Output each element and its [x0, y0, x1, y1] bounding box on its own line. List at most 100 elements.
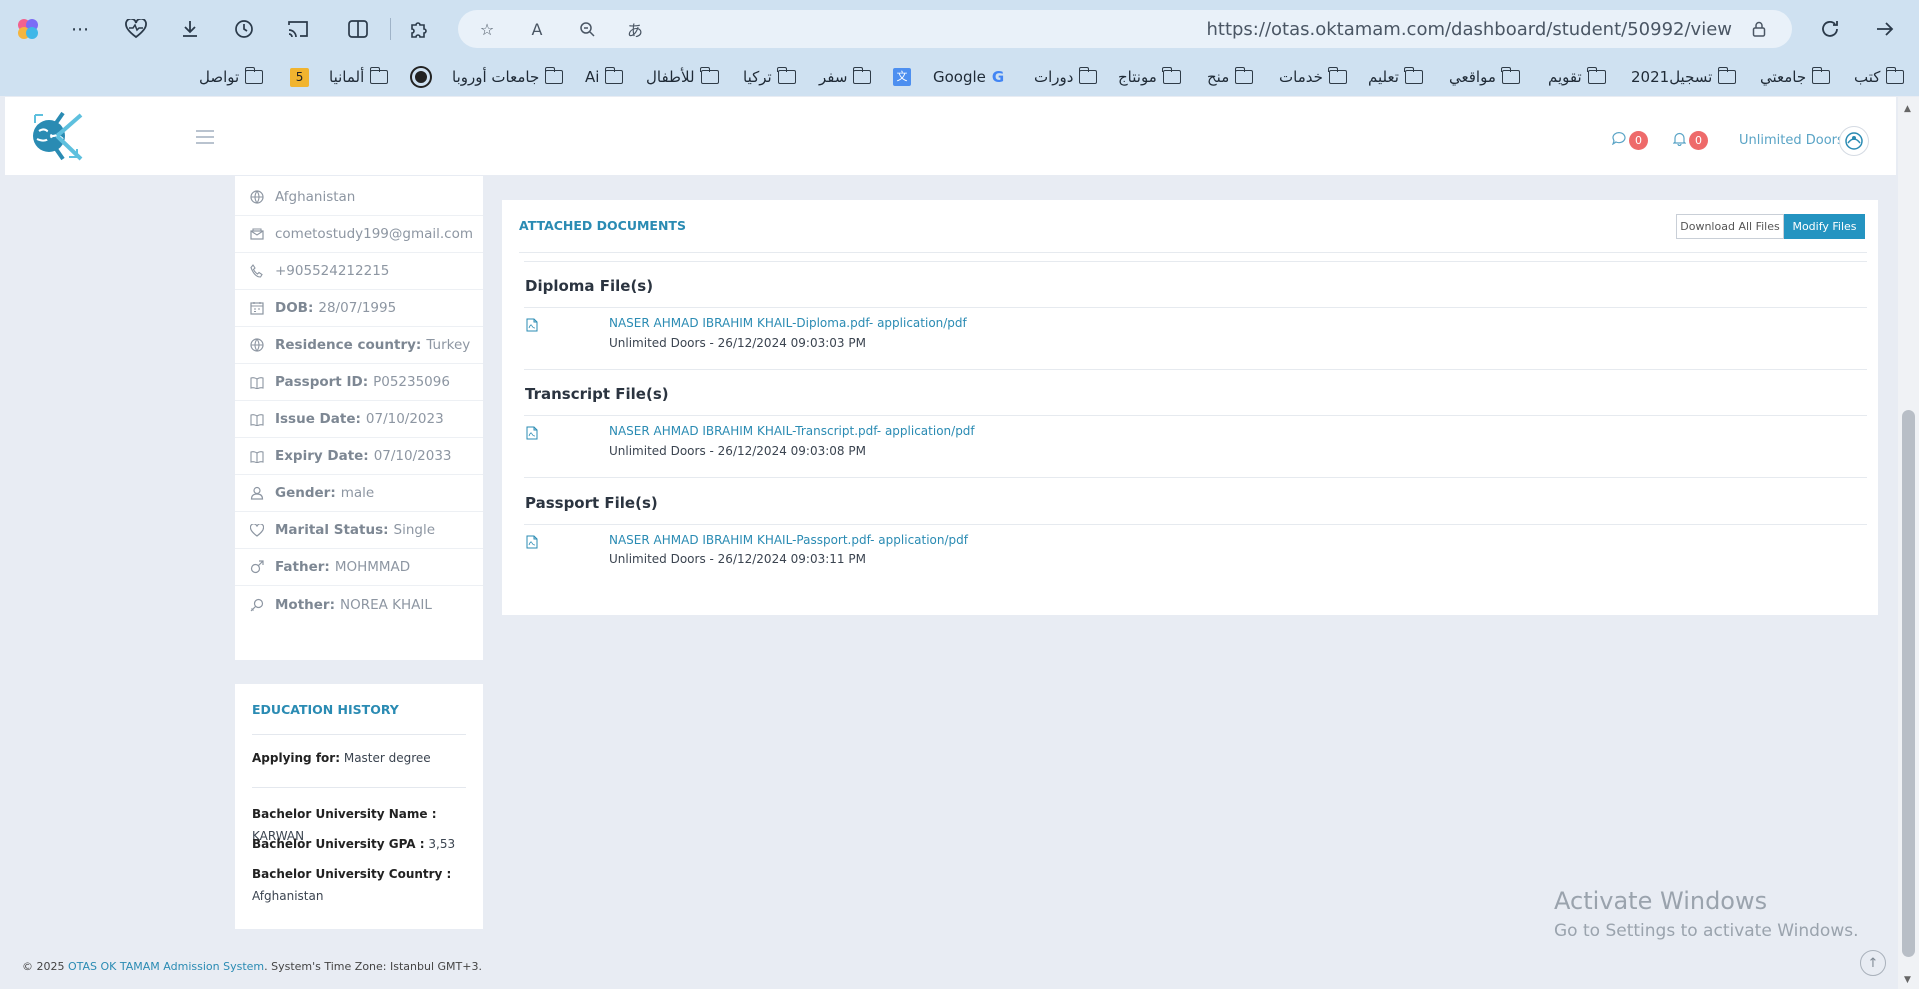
dob-row: DOB: 28/07/1995	[235, 290, 483, 327]
zoom-icon[interactable]	[574, 16, 600, 42]
divider	[252, 734, 466, 735]
divider	[524, 261, 1867, 262]
history-icon[interactable]	[229, 14, 259, 44]
pdf-file-icon	[526, 317, 538, 332]
eye-icon	[412, 68, 430, 86]
bookmark-folder[interactable]: للأطفال	[646, 64, 719, 90]
passport-row: Passport ID: P05235096	[235, 364, 483, 401]
transcript-file-link[interactable]: NASER AHMAD IBRAHIM KHAIL-Transcript.pdf…	[609, 424, 975, 438]
email-row: cometostudy199@gmail.com	[235, 216, 483, 253]
health-icon[interactable]	[121, 14, 151, 44]
browser-toolbar: ⋯ ☆ A あ https://otas.oktamam.com/dashboa…	[0, 0, 1919, 58]
expiry-date-row: Expiry Date: 07/10/2033	[235, 438, 483, 475]
passport-file-meta: Unlimited Doors - 26/12/2024 09:03:11 PM	[609, 552, 866, 566]
menu-toggle-icon[interactable]	[196, 130, 214, 144]
passport-file-link[interactable]: NASER AHMAD IBRAHIM KHAIL-Passport.pdf- …	[609, 533, 968, 547]
bachelor-university-gpa: Bachelor University GPA : 3,53	[252, 837, 456, 851]
bookmark-folder[interactable]: دورات	[1034, 64, 1098, 90]
cast-icon[interactable]	[283, 14, 313, 44]
download-icon[interactable]	[175, 14, 205, 44]
bookmark-google[interactable]: Google G	[933, 64, 1004, 90]
student-profile-panel: Afghanistan cometostudy199@gmail.com +90…	[235, 176, 483, 660]
oktamam-logo[interactable]	[27, 107, 85, 165]
bookmark-folder[interactable]: Ai	[585, 64, 624, 90]
issue-date-row: Issue Date: 07/10/2023	[235, 401, 483, 438]
favorite-star-icon[interactable]: ☆	[474, 16, 500, 42]
attached-documents-panel: ATTACHED DOCUMENTS Download All Files Mo…	[502, 200, 1878, 615]
bookmark-folder[interactable]: منح	[1207, 64, 1254, 90]
refresh-icon[interactable]	[1815, 14, 1845, 44]
diploma-section-title: Diploma File(s)	[525, 277, 654, 295]
folder-icon	[1717, 67, 1737, 84]
divider	[519, 252, 1867, 253]
google-translate-icon: 文	[893, 68, 911, 86]
bookmark-folder[interactable]: مواقعي	[1449, 64, 1520, 90]
globe-icon	[249, 337, 265, 353]
bookmark-folder[interactable]: كتب	[1854, 64, 1905, 90]
bookmark-site[interactable]: 5	[290, 64, 309, 90]
folder-icon	[1587, 67, 1606, 84]
education-history-title: EDUCATION HISTORY	[252, 702, 399, 717]
diploma-file-meta: Unlimited Doors - 26/12/2024 09:03:03 PM	[609, 336, 866, 350]
read-aloud-icon[interactable]: A	[524, 16, 550, 42]
applying-for: Applying for: Master degree	[252, 751, 431, 765]
bookmark-folder[interactable]: تعليم	[1368, 64, 1423, 90]
divider	[524, 369, 1867, 370]
more-options-icon[interactable]: ⋯	[65, 14, 95, 44]
bell-icon	[1672, 132, 1687, 150]
diploma-file-link[interactable]: NASER AHMAD IBRAHIM KHAIL-Diploma.pdf- a…	[609, 316, 967, 330]
bookmark-folder[interactable]: جامعتي	[1760, 64, 1831, 90]
residence-row: Residence country: Turkey	[235, 327, 483, 364]
divider	[524, 307, 1867, 308]
translate-icon[interactable]: あ	[622, 16, 648, 42]
folder-icon	[369, 67, 389, 84]
scroll-to-top-icon[interactable]: ↑	[1860, 950, 1886, 976]
globe-icon	[249, 189, 265, 205]
bookmark-folder[interactable]: ألمانيا	[329, 64, 389, 90]
copilot-icon[interactable]	[13, 14, 43, 44]
attached-documents-title: ATTACHED DOCUMENTS	[519, 218, 686, 233]
bookmark-site[interactable]	[412, 64, 430, 90]
footer-link[interactable]: OTAS OK TAMAM Admission System	[68, 960, 264, 973]
divider	[524, 524, 1867, 525]
folder-icon	[852, 67, 872, 84]
translate-bookmark-icon[interactable]: 文	[893, 64, 911, 90]
scroll-up-arrow-icon[interactable]: ▲	[1904, 104, 1911, 114]
page-scrollbar[interactable]: ▲ ▼	[1898, 97, 1919, 989]
pdf-file-icon	[526, 534, 538, 549]
bookmark-folder[interactable]: خدمات	[1279, 64, 1347, 90]
bookmark-folder[interactable]: تسجيل2021	[1631, 64, 1737, 90]
folder-icon	[1885, 67, 1905, 84]
messages-count-badge: 0	[1629, 131, 1648, 150]
user-name[interactable]: Unlimited Doors	[1739, 133, 1844, 148]
email-icon	[249, 226, 265, 242]
notifications-count-badge: 0	[1689, 131, 1708, 150]
forward-icon[interactable]	[1870, 14, 1900, 44]
scrollbar-thumb[interactable]	[1902, 410, 1915, 957]
bookmark-folder[interactable]: تقويم	[1548, 64, 1606, 90]
messages-button[interactable]: 0	[1611, 131, 1648, 150]
bookmark-folder[interactable]: مونتاج	[1118, 64, 1181, 90]
bookmark-folder[interactable]: سفر	[819, 64, 872, 90]
google-icon: G	[991, 68, 1005, 86]
address-bar[interactable]: ☆ A あ https://otas.oktamam.com/dashboard…	[458, 10, 1792, 48]
toolbar-separator	[390, 18, 391, 40]
folder-icon	[1404, 67, 1423, 84]
user-avatar[interactable]	[1839, 126, 1869, 156]
scroll-down-arrow-icon[interactable]: ▼	[1904, 975, 1911, 985]
modify-files-button[interactable]: Modify Files	[1784, 214, 1865, 239]
split-screen-icon[interactable]	[343, 14, 373, 44]
notifications-button[interactable]: 0	[1672, 131, 1708, 150]
url-text[interactable]: https://otas.oktamam.com/dashboard/stude…	[1206, 19, 1732, 40]
bookmark-folder[interactable]: تركيا	[743, 64, 796, 90]
badge-five-icon: 5	[290, 67, 309, 87]
extensions-icon[interactable]	[404, 14, 434, 44]
lock-icon[interactable]	[1746, 16, 1772, 42]
transcript-section-title: Transcript File(s)	[525, 385, 669, 403]
folder-icon	[1328, 67, 1347, 84]
divider	[252, 787, 466, 788]
bookmark-folder[interactable]: جامعات أوروبا	[452, 64, 564, 90]
bookmark-folder[interactable]: تواصل	[199, 64, 264, 90]
mother-row: Mother: NOREA KHAIL	[235, 586, 483, 623]
download-all-files-button[interactable]: Download All Files	[1676, 214, 1784, 239]
